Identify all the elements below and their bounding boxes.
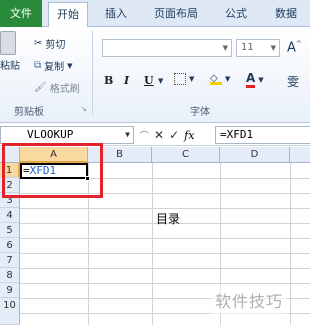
chevron-down-icon: ▼ xyxy=(222,44,228,52)
grid-line xyxy=(20,268,310,269)
tab-page-layout[interactable]: 页面布局 xyxy=(146,2,206,26)
grow-font-button[interactable]: A^ xyxy=(287,40,302,55)
font-size-combo[interactable]: 11 ▼ xyxy=(236,39,280,57)
chevron-down-icon: ▼ xyxy=(270,44,276,52)
grid-line xyxy=(152,163,153,325)
cut-label: 剪切 xyxy=(45,40,66,51)
fill-color-icon: ◇ xyxy=(210,73,222,85)
borders-icon xyxy=(174,73,186,85)
font-name-combo[interactable]: ▼ xyxy=(102,39,232,57)
insert-function-button[interactable]: fx xyxy=(184,129,194,142)
font-group-label: 字体 xyxy=(190,107,210,118)
bold-button[interactable]: B xyxy=(104,74,113,87)
font-size-value: 11 xyxy=(241,42,254,53)
font-color-icon: A xyxy=(246,71,256,88)
row-header-7[interactable]: 7 xyxy=(0,253,20,268)
ribbon-home: 粘贴 ✂ 剪切 ⧉ 复制 ▼ 🖌 格式刷 剪贴板 ↘ ▼ 11 ▼ A^ B I… xyxy=(0,27,310,123)
grid-line xyxy=(20,238,310,239)
highlight-box xyxy=(2,143,103,198)
scissors-icon: ✂ xyxy=(34,38,43,49)
cancel-icon[interactable]: ✕ xyxy=(154,128,164,142)
phonetic-button[interactable]: 雯 xyxy=(287,73,299,90)
grid-line xyxy=(290,163,291,325)
grid-line xyxy=(20,283,310,284)
name-box-value: VLOOKUP xyxy=(27,128,74,141)
underline-dropdown[interactable]: ▼ xyxy=(158,77,163,85)
cell-c4[interactable]: 目录 xyxy=(156,210,180,227)
paste-button[interactable]: 粘贴 xyxy=(0,31,20,72)
tab-formulas[interactable]: 公式 xyxy=(216,2,256,26)
fill-color-button[interactable]: ◇ ▼ xyxy=(210,73,230,85)
chevron-down-icon[interactable]: ▼ xyxy=(125,127,130,143)
tab-insert[interactable]: 插入 xyxy=(96,2,136,26)
clipboard-group-label: 剪贴板 xyxy=(14,107,44,118)
copy-label: 复制 xyxy=(44,62,65,73)
paste-icon xyxy=(0,31,16,55)
expand-handle-icon[interactable]: ⌒ xyxy=(140,129,149,142)
copy-button[interactable]: ⧉ 复制 ▼ xyxy=(34,58,73,73)
font-color-button[interactable]: A ▼ xyxy=(246,71,264,88)
row-header-6[interactable]: 6 xyxy=(0,238,20,253)
grid-line xyxy=(20,253,310,254)
row-header-8[interactable]: 8 xyxy=(0,268,20,283)
chevron-down-icon: ▼ xyxy=(225,75,231,83)
underline-button[interactable]: U xyxy=(144,74,154,87)
name-box[interactable]: VLOOKUP ▼ xyxy=(0,126,134,144)
enter-check-icon[interactable]: ✓ xyxy=(169,128,179,142)
chevron-down-icon: ▼ xyxy=(67,61,73,70)
row-header-4[interactable]: 4 xyxy=(0,208,20,223)
copy-icon: ⧉ xyxy=(34,60,42,71)
formula-controls: ⌒ ✕ ✓ fx xyxy=(138,126,214,144)
chevron-down-icon: ▼ xyxy=(258,75,264,84)
tab-home[interactable]: 开始 xyxy=(48,2,88,28)
formula-input[interactable]: =XFD1 xyxy=(215,126,310,144)
column-header-c[interactable]: C xyxy=(152,147,220,163)
column-header-d[interactable]: D xyxy=(220,147,290,163)
chevron-down-icon: ▼ xyxy=(189,75,195,83)
italic-button[interactable]: I xyxy=(124,74,129,87)
tab-data[interactable]: 数据 xyxy=(266,2,306,26)
cut-button[interactable]: ✂ 剪切 xyxy=(34,36,65,51)
format-painter-button[interactable]: 🖌 格式刷 xyxy=(34,80,80,95)
paste-label: 粘贴 xyxy=(0,61,20,72)
ribbon-tab-bar: 文件 开始 插入 页面布局 公式 数据 xyxy=(0,0,310,28)
row-header-10[interactable]: 10 xyxy=(0,298,20,325)
group-divider xyxy=(92,31,93,115)
grid-line xyxy=(20,208,310,209)
brush-icon: 🖌 xyxy=(34,82,47,93)
row-header-9[interactable]: 9 xyxy=(0,283,20,298)
watermark: 软件技巧 xyxy=(211,286,288,314)
borders-button[interactable]: ▼ xyxy=(174,73,194,85)
format-painter-label: 格式刷 xyxy=(49,84,80,95)
phonetic-icon: 雯 xyxy=(287,75,300,89)
column-header-e[interactable] xyxy=(290,147,310,163)
row-header-5[interactable]: 5 xyxy=(0,223,20,238)
grow-font-icon: A^ xyxy=(287,40,302,56)
clipboard-launcher-icon[interactable]: ↘ xyxy=(81,105,87,113)
tab-file[interactable]: 文件 xyxy=(0,0,42,27)
